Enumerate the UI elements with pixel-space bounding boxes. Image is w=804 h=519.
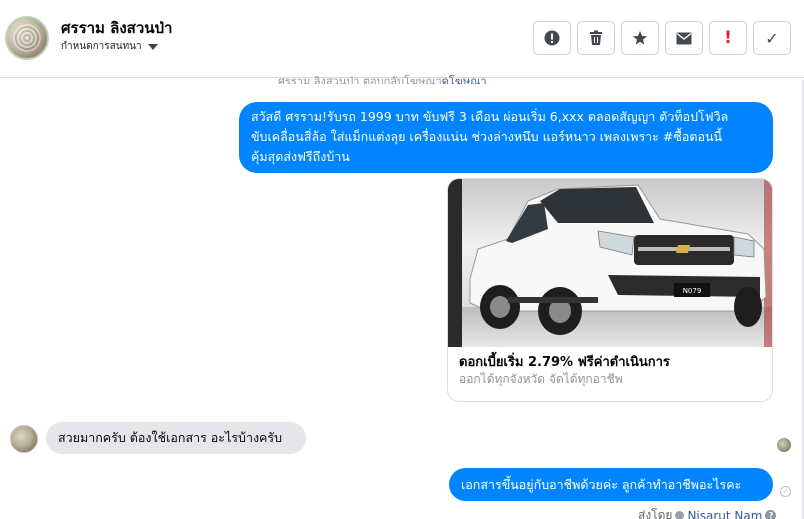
check-icon: ✓: [765, 28, 779, 48]
manage-conversation-label: กำหนดการสนทนา: [61, 41, 142, 52]
incoming-message[interactable]: สวยมากครับ ต้องใช้เอกสาร อะไรบ้างครับ: [46, 422, 306, 454]
seen-avatar-icon: [777, 438, 791, 452]
sent-by-label: ส่งโดย: [638, 508, 673, 519]
envelope-icon: [676, 32, 692, 44]
star-button[interactable]: [621, 21, 659, 55]
contact-name[interactable]: ศรราม ลิงสวนป่า: [61, 16, 172, 40]
message-line: คุ้มสุดส่งฟรีถึงบ้าน: [251, 149, 350, 164]
email-button[interactable]: [665, 21, 703, 55]
manage-conversation-dropdown[interactable]: กำหนดการสนทนา: [61, 39, 158, 54]
card-title: ดอกเบี้ยเริ่ม 2.79% ฟรีค่าดำเนินการ: [459, 355, 670, 370]
delete-button[interactable]: [577, 21, 615, 55]
outgoing-message[interactable]: สวัสดี ศรราม!รับรถ 1999 บาท ขับฟรี 3 เดื…: [239, 102, 773, 173]
exclamation-icon: !: [724, 28, 732, 48]
gear-icon: [675, 511, 685, 519]
ad-card[interactable]: N079 ดอกเบี้ยเริ่ม 2.79% ฟรีค่าดำเนินการ…: [447, 178, 773, 402]
ad-reply-text: ศรราม ลิงสวนป่า ตอบกลับโฆษณา: [278, 75, 442, 84]
done-button[interactable]: ✓: [753, 21, 791, 55]
report-button[interactable]: [533, 21, 571, 55]
contact-avatar[interactable]: [5, 16, 49, 60]
message-line: ขับเคลื่อนสี่ล้อ ใส่แม็กแต่งลุย เครื่องแ…: [251, 129, 723, 144]
card-subtitle: ออกได้ทุกจังหวัด จัดได้ทุกอาชีพ: [459, 372, 623, 386]
help-icon[interactable]: ?: [765, 510, 777, 519]
outgoing-message[interactable]: เอกสารขึ้นอยู่กับอาชีพด้วยค่ะ ลูกค้าทำอา…: [449, 468, 773, 501]
ad-reply-notice: ศรราม ลิงสวนป่า ตอบกลับโฆษณาดูโฆษณา: [278, 72, 487, 84]
spam-button[interactable]: !: [709, 21, 747, 55]
caret-down-icon: [147, 44, 158, 50]
conversation-header: ศรราม ลิงสวนป่า กำหนดการสนทนา ! ✓: [0, 0, 804, 78]
star-icon: [633, 31, 647, 45]
view-ad-link[interactable]: ดูโฆษณา: [442, 75, 487, 84]
sender-name-link[interactable]: Nisarut Nam: [687, 509, 762, 519]
sent-status-icon: ✓: [780, 486, 791, 497]
conversation-toolbar: ! ✓: [533, 21, 791, 55]
alert-circle-icon: [544, 30, 560, 46]
message-line: สวัสดี ศรราม!รับรถ 1999 บาท ขับฟรี 3 เดื…: [251, 109, 729, 124]
contact-avatar-small[interactable]: [10, 425, 38, 453]
sent-by-row: ส่งโดย Nisarut Nam ?: [638, 506, 777, 519]
license-plate: N079: [683, 287, 702, 295]
trash-icon: [590, 30, 602, 45]
car-image: N079: [448, 179, 772, 347]
